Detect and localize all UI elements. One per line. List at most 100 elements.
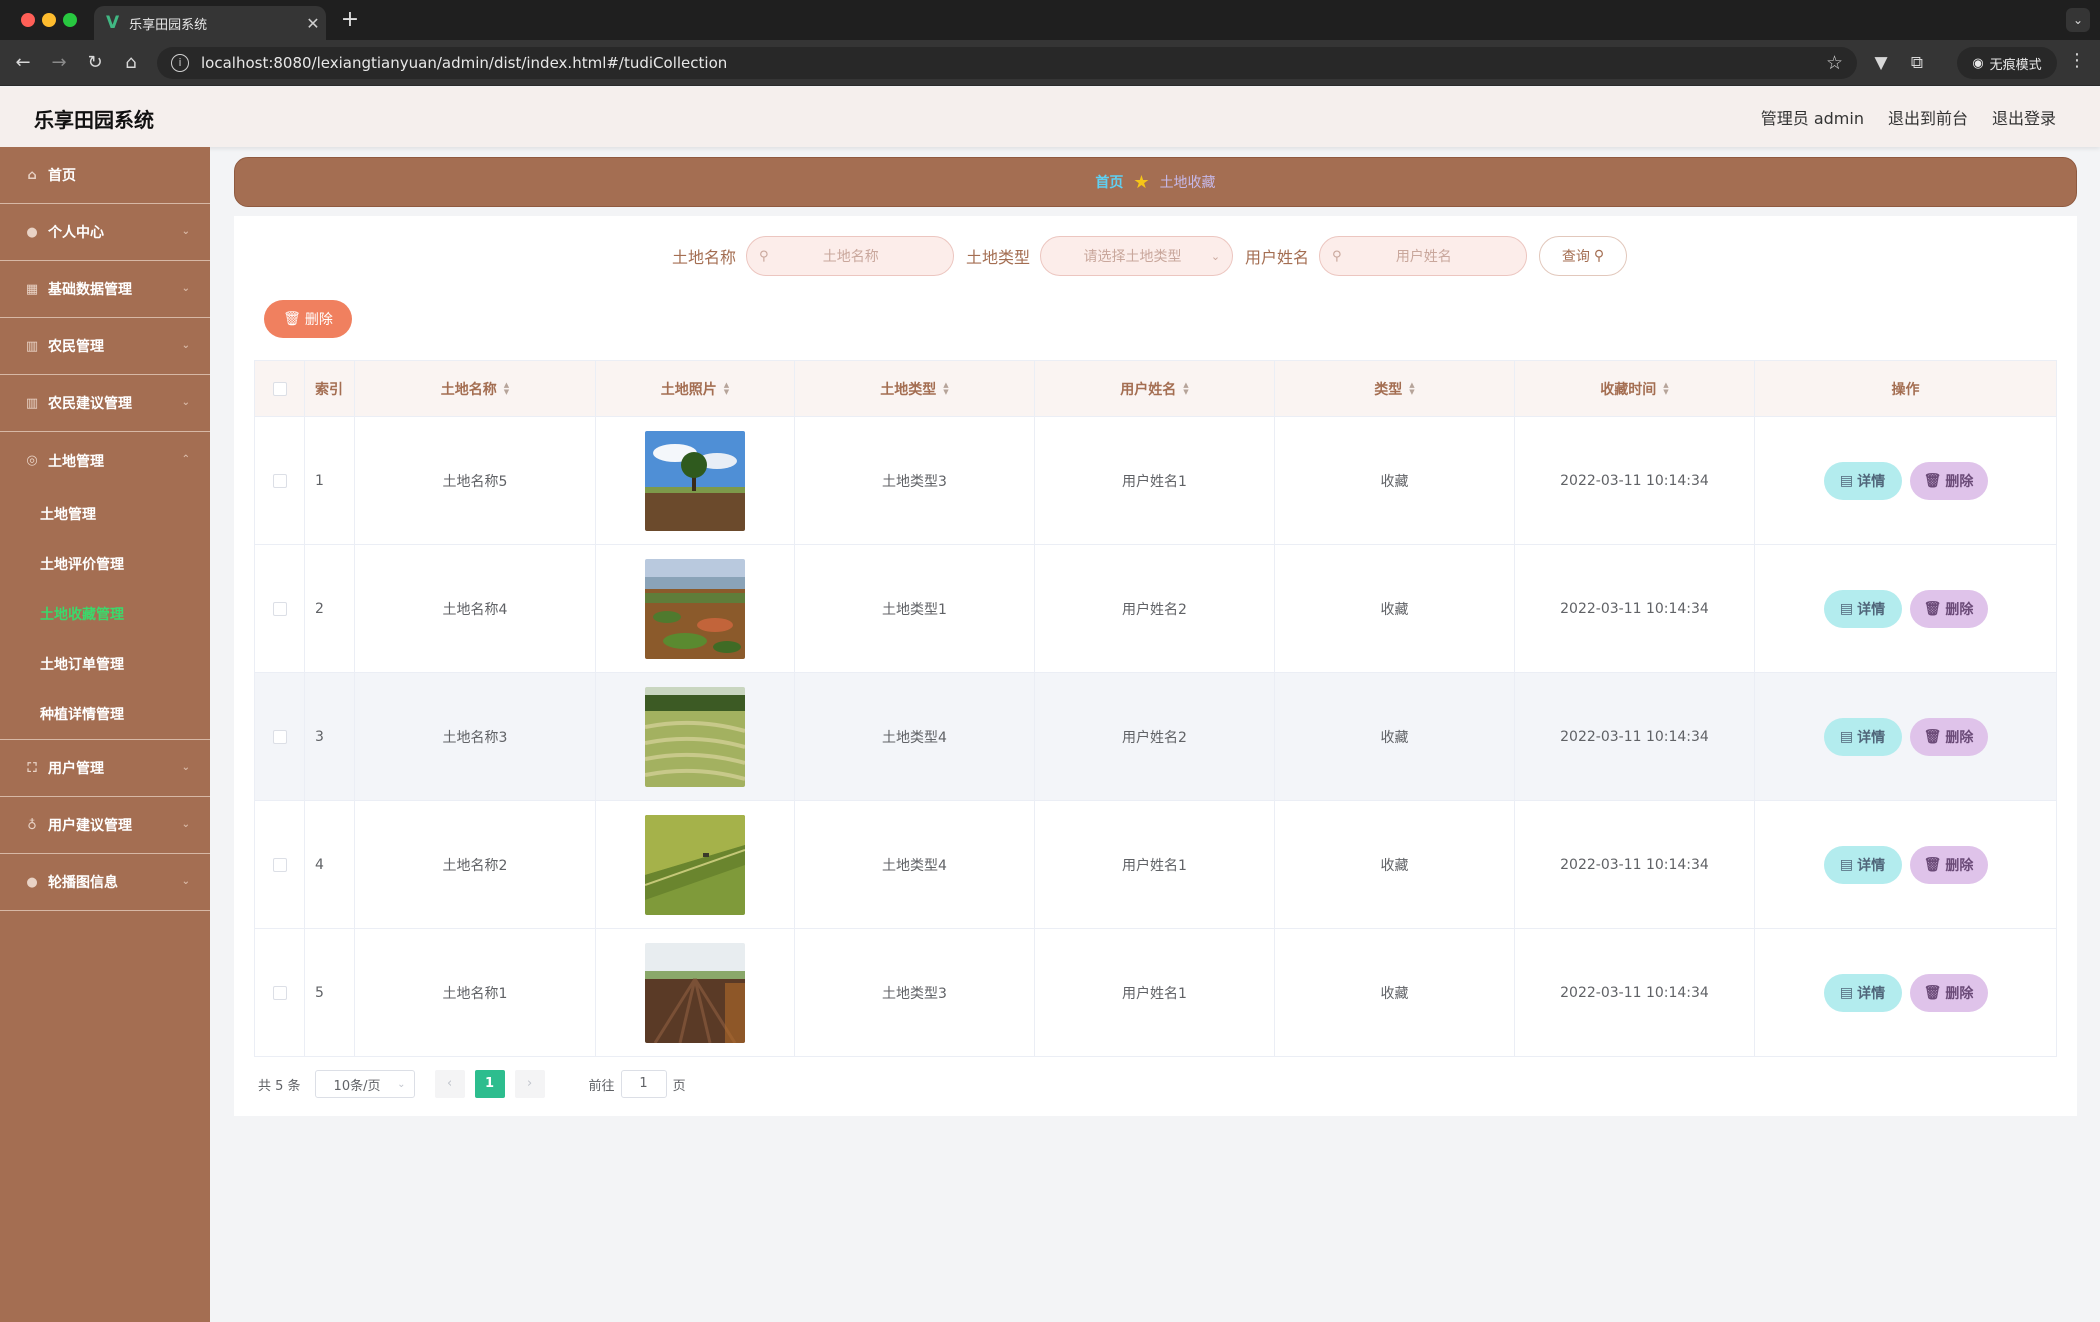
sidebar-item-user-suggestions[interactable]: ♁ 用户建议管理 ⌄ xyxy=(0,797,210,854)
sort-icon[interactable]: ▲ ▼ xyxy=(1663,381,1668,396)
column-header-user-name[interactable]: 用户姓名 ▲ ▼ xyxy=(1035,361,1275,417)
cell-index: 3 xyxy=(305,673,355,801)
column-header-land-photo[interactable]: 土地照片 ▲ ▼ xyxy=(596,361,795,417)
sort-icon[interactable]: ▲ ▼ xyxy=(504,381,509,396)
cell-land-type: 土地类型3 xyxy=(795,929,1035,1057)
browser-menu-icon[interactable]: ⋮ xyxy=(2068,50,2086,71)
detail-button[interactable]: ▤ 详情 xyxy=(1823,461,1902,500)
next-page-button[interactable]: › xyxy=(514,1070,545,1098)
sidebar-item-land[interactable]: ◎ 土地管理 ⌃ xyxy=(0,432,210,489)
tab-close-icon[interactable]: ✕ xyxy=(300,14,326,33)
column-header-actions: 操作 xyxy=(1755,361,2057,417)
sidebar-item-farmers[interactable]: ▥ 农民管理 ⌄ xyxy=(0,318,210,375)
sidebar-item-farmer-suggestions[interactable]: ▥ 农民建议管理 ⌄ xyxy=(0,375,210,432)
extensions-icon[interactable]: ⧉ xyxy=(1904,50,1930,76)
back-icon[interactable]: ← xyxy=(10,50,36,76)
land-photo[interactable] xyxy=(645,686,745,787)
page-number-active[interactable]: 1 xyxy=(474,1070,505,1098)
chevron-down-icon: ⌄ xyxy=(181,397,190,408)
sort-icon[interactable]: ▲ ▼ xyxy=(724,381,729,396)
chevron-down-icon: ⌄ xyxy=(181,226,190,237)
sidebar-item-carousel[interactable]: ● 轮播图信息 ⌄ xyxy=(0,854,210,911)
search-icon: ⚲ xyxy=(1332,248,1342,264)
query-button[interactable]: 查询 ⚲ xyxy=(1539,236,1628,276)
sidebar-subitem-planting-details[interactable]: 种植详情管理 xyxy=(0,689,210,739)
table-row: 3 土地名称3 土地类型4 用户姓名2 收藏 2022-03-11 10:14:… xyxy=(255,673,2057,801)
land-photo[interactable] xyxy=(645,942,745,1043)
sidebar-item-basic-data[interactable]: ▦ 基础数据管理 ⌄ xyxy=(0,261,210,318)
column-header-collect-time[interactable]: 收藏时间 ▲ ▼ xyxy=(1515,361,1755,417)
land-name-label: 土地名称 xyxy=(672,248,737,267)
browser-tab[interactable]: V 乐享田园系统 ✕ xyxy=(94,6,326,40)
new-tab-icon[interactable]: + xyxy=(336,6,364,34)
cell-index: 2 xyxy=(305,545,355,673)
sidebar-item-users[interactable]: ⛶ 用户管理 ⌄ xyxy=(0,740,210,797)
row-checkbox[interactable] xyxy=(272,601,287,616)
bar-chart-icon: ▥ xyxy=(25,395,39,411)
column-header-land-type[interactable]: 土地类型 ▲ ▼ xyxy=(795,361,1035,417)
cell-land-type: 土地类型4 xyxy=(795,673,1035,801)
delete-button[interactable]: 🗑 删除 xyxy=(1909,589,1988,628)
detail-button[interactable]: ▤ 详情 xyxy=(1823,717,1902,756)
prev-page-button[interactable]: ‹ xyxy=(434,1070,465,1098)
chevron-down-icon: ⌄ xyxy=(181,819,190,830)
sort-icon[interactable]: ▲ ▼ xyxy=(1183,381,1188,396)
bookmark-star-icon[interactable]: ☆ xyxy=(1826,52,1843,74)
detail-button[interactable]: ▤ 详情 xyxy=(1823,973,1902,1012)
row-checkbox[interactable] xyxy=(272,857,287,872)
delete-button[interactable]: 🗑 删除 xyxy=(1909,717,1988,756)
user-name-input[interactable]: ⚲ 用户姓名 xyxy=(1319,236,1528,276)
breadcrumb-home[interactable]: 首页 xyxy=(1095,172,1123,192)
delete-button[interactable]: 🗑 删除 xyxy=(1909,845,1988,884)
land-photo[interactable] xyxy=(645,430,745,531)
vue-devtools-icon[interactable]: ▼ xyxy=(1868,50,1894,76)
home-icon[interactable]: ⌂ xyxy=(118,50,144,76)
row-checkbox[interactable] xyxy=(272,985,287,1000)
tab-search-icon[interactable]: ⌄ xyxy=(2066,8,2090,32)
goto-page-input[interactable]: 1 xyxy=(620,1070,667,1098)
trash-icon: 🗑 xyxy=(1923,984,1942,1001)
row-checkbox[interactable] xyxy=(272,729,287,744)
sidebar-item-profile[interactable]: ● 个人中心 ⌄ xyxy=(0,204,210,261)
minimize-window-button[interactable] xyxy=(42,13,56,27)
page-size-select[interactable]: 10条/页 ⌄ xyxy=(314,1070,415,1098)
batch-delete-label: 删除 xyxy=(304,312,333,328)
select-all-cell xyxy=(255,361,305,417)
select-all-checkbox[interactable] xyxy=(272,381,287,396)
delete-button[interactable]: 🗑 删除 xyxy=(1909,461,1988,500)
sidebar-item-home[interactable]: ⌂ 首页 xyxy=(0,147,210,204)
sidebar-item-label: 基础数据管理 xyxy=(48,282,132,298)
reload-icon[interactable]: ↻ xyxy=(82,50,108,76)
close-window-button[interactable] xyxy=(21,13,35,27)
batch-delete-button[interactable]: 🗑 删除 xyxy=(264,300,352,338)
logout-link[interactable]: 退出登录 xyxy=(1992,105,2056,129)
delete-button[interactable]: 🗑 删除 xyxy=(1909,973,1988,1012)
row-checkbox[interactable] xyxy=(272,473,287,488)
land-photo[interactable] xyxy=(645,814,745,915)
column-header-land-name[interactable]: 土地名称 ▲ ▼ xyxy=(355,361,596,417)
sort-icon[interactable]: ▲ ▼ xyxy=(1409,381,1414,396)
sidebar-subitem-land-orders[interactable]: 土地订单管理 xyxy=(0,639,210,689)
pagination: 共 5 条 10条/页 ⌄ ‹ 1 › 前往 1 页 xyxy=(258,1070,686,1098)
url-input[interactable]: i localhost:8080/lexiangtianyuan/admin/d… xyxy=(157,47,1857,79)
detail-label: 详情 xyxy=(1857,985,1886,1002)
forward-icon[interactable]: → xyxy=(46,50,72,76)
land-type-label: 土地类型 xyxy=(966,248,1031,267)
column-header-type[interactable]: 类型 ▲ ▼ xyxy=(1275,361,1515,417)
land-photo[interactable] xyxy=(645,558,745,659)
sort-icon[interactable]: ▲ ▼ xyxy=(943,381,948,396)
land-name-input[interactable]: ⚲ 土地名称 xyxy=(746,236,955,276)
detail-button[interactable]: ▤ 详情 xyxy=(1823,589,1902,628)
column-header-label: 用户姓名 xyxy=(1120,381,1177,398)
sidebar-subitem-land-collection[interactable]: 土地收藏管理 xyxy=(0,589,210,639)
incognito-badge[interactable]: ◉ 无痕模式 xyxy=(1957,47,2057,79)
app-title: 乐享田园系统 xyxy=(34,108,154,132)
maximize-window-button[interactable] xyxy=(63,13,77,27)
user-icon: ● xyxy=(26,874,38,890)
back-to-front-link[interactable]: 退出到前台 xyxy=(1888,105,1968,129)
land-type-select[interactable]: 请选择土地类型 ⌄ xyxy=(1040,236,1234,276)
sidebar-subitem-land-review[interactable]: 土地评价管理 xyxy=(0,539,210,589)
detail-button[interactable]: ▤ 详情 xyxy=(1823,845,1902,884)
site-info-icon[interactable]: i xyxy=(171,54,189,72)
sidebar-subitem-land[interactable]: 土地管理 xyxy=(0,489,210,539)
